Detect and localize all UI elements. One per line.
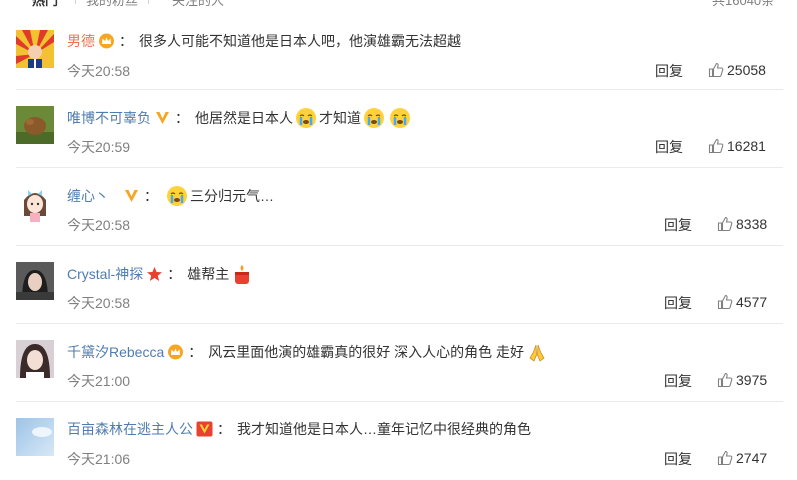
- reply-button[interactable]: 回复: [664, 450, 692, 468]
- username[interactable]: Crystal-神探: [67, 264, 143, 284]
- reply-button[interactable]: 回复: [664, 294, 692, 312]
- verified-v-icon: [123, 188, 140, 204]
- crying-emoji-icon: [295, 107, 317, 129]
- comment-time: 今天20:59: [67, 139, 131, 155]
- reply-button[interactable]: 回复: [655, 62, 683, 80]
- like-button[interactable]: 16281: [708, 137, 766, 155]
- comment-text: 他居然是日本人: [195, 110, 293, 126]
- tab-my-fans[interactable]: 我的粉丝: [86, 0, 138, 9]
- comment-time: 今天21:06: [67, 451, 131, 467]
- tab-hot[interactable]: 热门: [32, 0, 58, 9]
- like-button[interactable]: 25058: [708, 61, 766, 79]
- comment-text: 三分归元气…: [190, 188, 274, 204]
- thumbs-up-icon: [708, 138, 724, 154]
- tab-following[interactable]: 关注的人: [172, 0, 224, 9]
- avatar[interactable]: [16, 418, 54, 456]
- comment-item: 唯博不可辜负 ： 他居然是日本人 才知道 今天20:59 回复 16281: [0, 90, 797, 168]
- avatar[interactable]: [16, 30, 54, 68]
- thumbs-up-icon: [717, 450, 733, 466]
- thumbs-up-icon: [717, 216, 733, 232]
- thumbs-up-icon: [717, 372, 733, 388]
- star-icon: [146, 266, 163, 282]
- username[interactable]: 缠心丶: [67, 186, 109, 206]
- username[interactable]: 唯博不可辜负: [67, 108, 151, 128]
- like-count: 4577: [736, 294, 768, 310]
- avatar[interactable]: [16, 340, 54, 378]
- like-count: 25058: [727, 62, 766, 78]
- reply-button[interactable]: 回复: [655, 138, 683, 156]
- username[interactable]: 百亩森林在逃主人公: [67, 419, 193, 439]
- crying-emoji-icon: [389, 107, 411, 129]
- verified-v-icon: [154, 110, 171, 126]
- like-button[interactable]: 3975: [717, 371, 767, 389]
- like-count: 2747: [736, 450, 768, 466]
- tab-divider: [148, 0, 149, 4]
- comment-item: 男德 ： 很多人可能不知道他是日本人吧，他演雄霸无法超越 今天20:58 回复 …: [0, 14, 797, 90]
- crying-emoji-icon: [166, 185, 188, 207]
- like-count: 3975: [736, 372, 768, 388]
- comment-text: 很多人可能不知道他是日本人吧，他演雄霸无法超越: [139, 33, 461, 49]
- comment-time: 今天20:58: [67, 63, 131, 79]
- reply-button[interactable]: 回复: [664, 372, 692, 390]
- comment-text: 风云里面他演的雄霸真的很好 深入人心的角色 走好: [208, 344, 525, 360]
- like-count: 16281: [727, 138, 766, 154]
- comment-text: 雄帮主: [187, 266, 230, 282]
- avatar[interactable]: [16, 106, 54, 144]
- crying-emoji-icon: [363, 107, 385, 129]
- tab-divider: [75, 0, 76, 4]
- comment-filter-bar: 热门 我的粉丝 关注的人 共16040条: [0, 0, 797, 8]
- comment-time: 今天20:58: [67, 295, 131, 311]
- comment-list: 男德 ： 很多人可能不知道他是日本人吧，他演雄霸无法超越 今天20:58 回复 …: [0, 14, 797, 480]
- comment-time: 今天20:58: [67, 217, 131, 233]
- comment-item: 缠心丶 ： 三分归元气… 今天20:58 回复 8338: [0, 168, 797, 246]
- pray-emoji-icon: [526, 341, 548, 363]
- avatar[interactable]: [16, 184, 54, 222]
- like-button[interactable]: 8338: [717, 215, 767, 233]
- comment-total-count: 共16040条: [712, 0, 775, 8]
- like-count: 8338: [736, 216, 768, 232]
- candle-emoji-icon: [231, 263, 253, 285]
- username[interactable]: 男德: [67, 31, 95, 51]
- comment-text: 才知道: [319, 110, 361, 126]
- comment-item: Crystal-神探 ： 雄帮主 今天20:58 回复 4577: [0, 246, 797, 324]
- comment-time: 今天21:00: [67, 373, 131, 389]
- verified-v-icon: [196, 421, 213, 437]
- crown-icon: [167, 344, 184, 360]
- reply-button[interactable]: 回复: [664, 216, 692, 234]
- avatar[interactable]: [16, 262, 54, 300]
- like-button[interactable]: 2747: [717, 449, 767, 467]
- comment-text: 我才知道他是日本人…童年记忆中很经典的角色: [237, 421, 531, 437]
- comment-item: 千黛汐Rebecca ： 风云里面他演的雄霸真的很好 深入人心的角色 走好 今天…: [0, 324, 797, 402]
- like-button[interactable]: 4577: [717, 293, 767, 311]
- thumbs-up-icon: [717, 294, 733, 310]
- thumbs-up-icon: [708, 62, 724, 78]
- comment-item: 百亩森林在逃主人公 ： 我才知道他是日本人…童年记忆中很经典的角色 今天21:0…: [0, 402, 797, 480]
- username[interactable]: 千黛汐Rebecca: [67, 342, 164, 362]
- crown-icon: [98, 33, 115, 49]
